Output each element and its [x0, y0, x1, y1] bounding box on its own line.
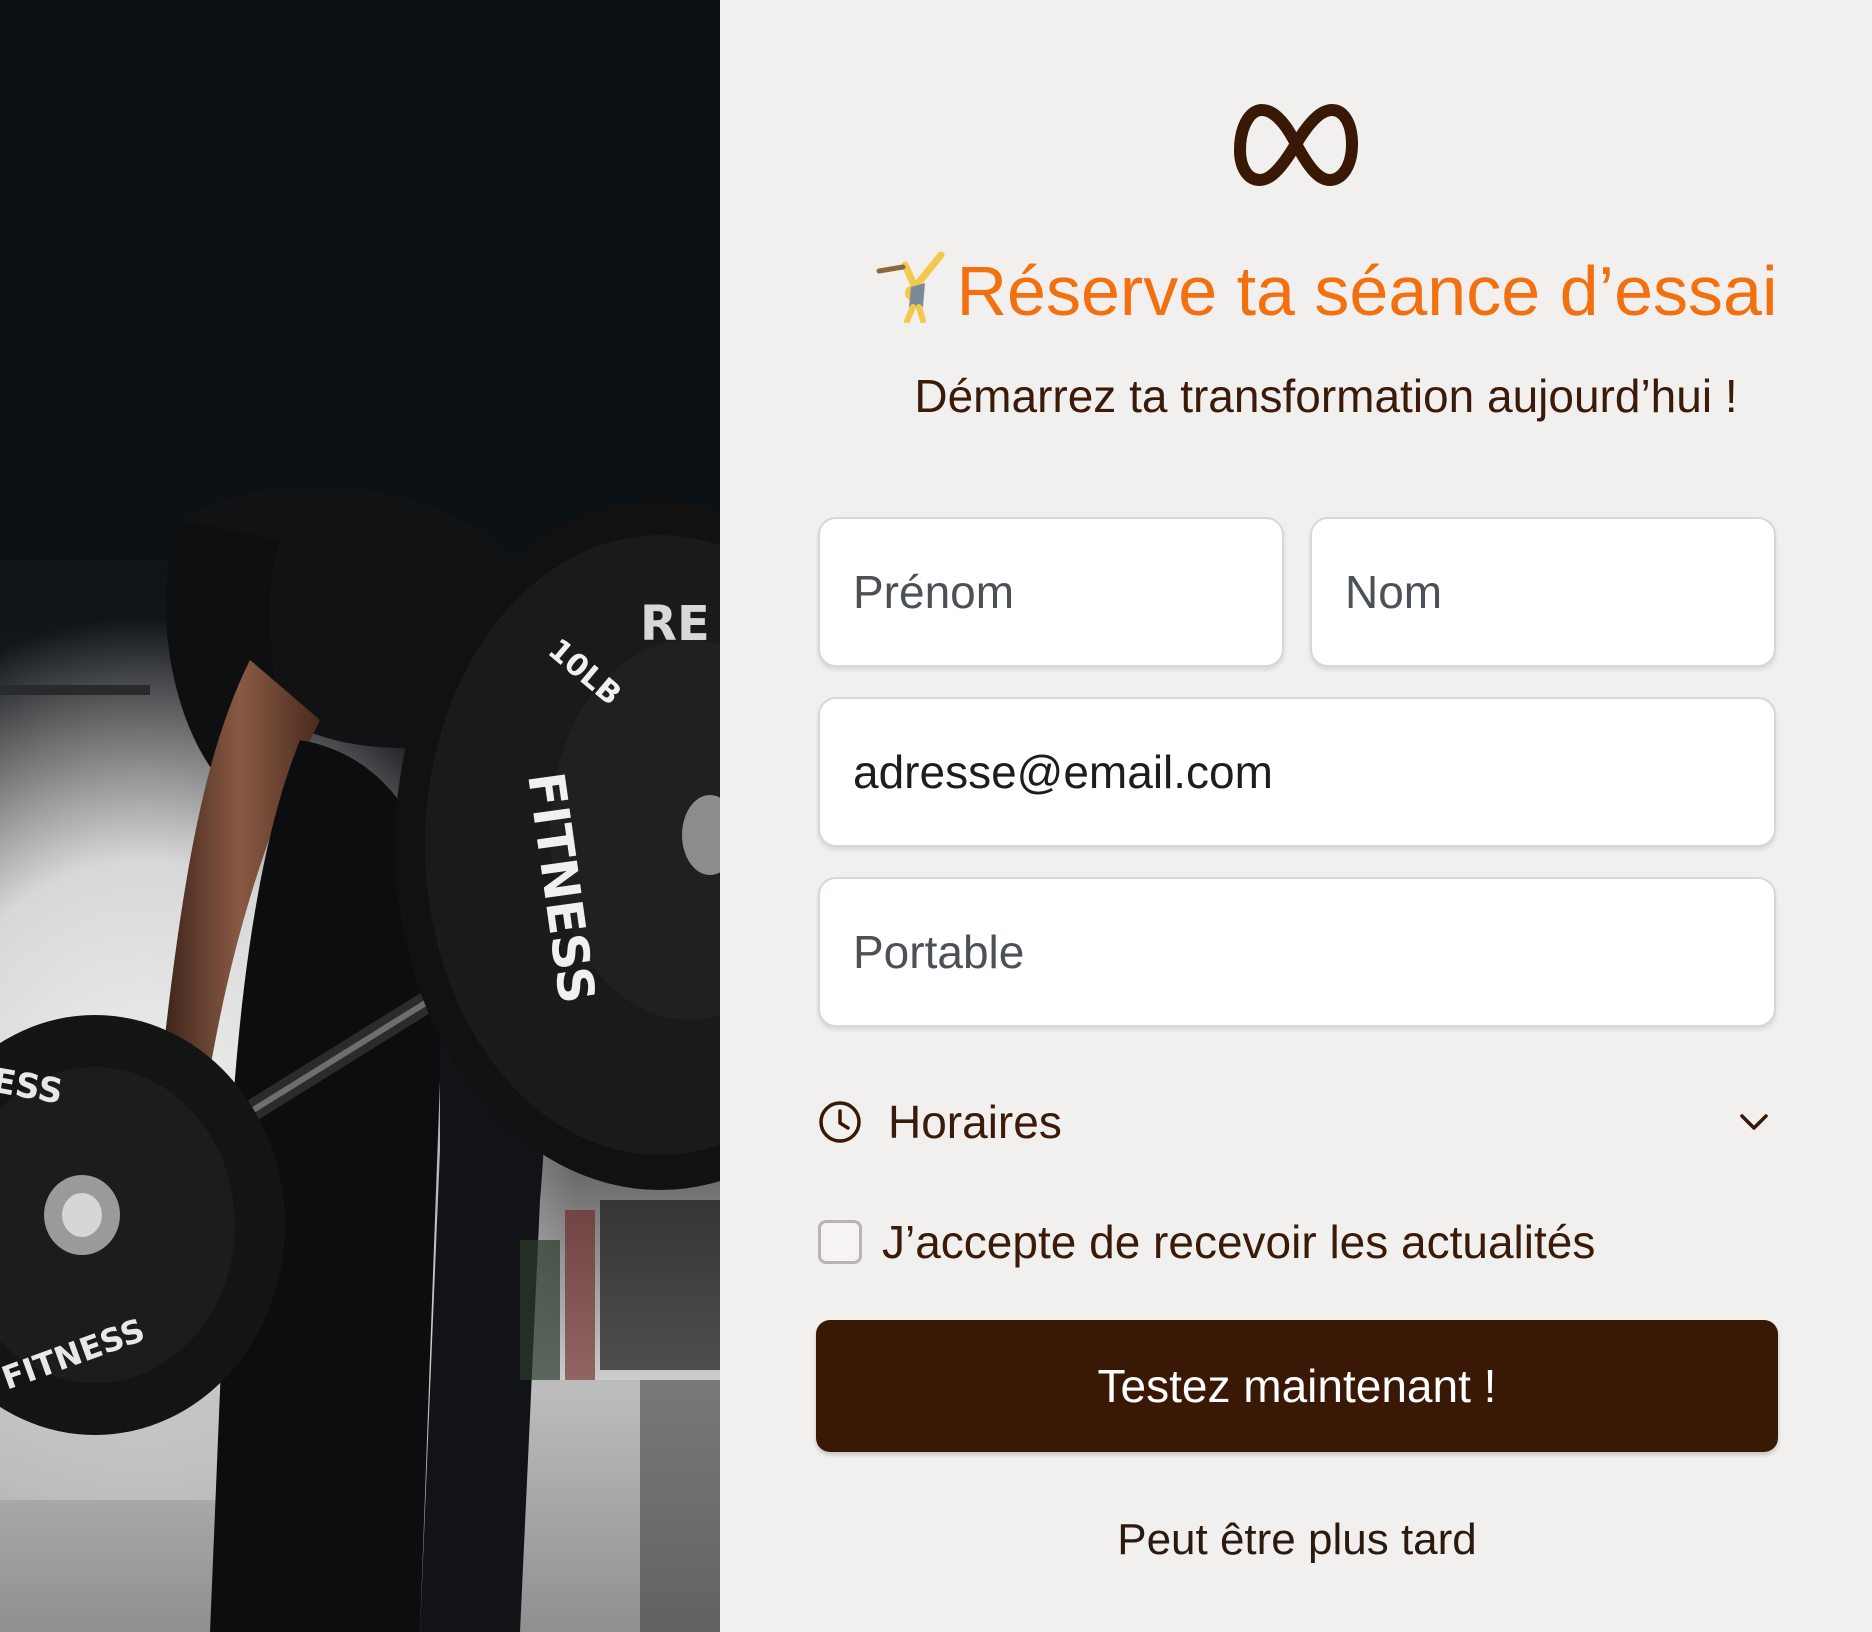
infinity-logo-icon	[1234, 104, 1358, 186]
schedule-dropdown[interactable]: Horaires	[818, 1090, 1776, 1154]
phone-field	[818, 877, 1776, 1027]
consent-label[interactable]: J’accepte de recevoir les actualités	[882, 1210, 1595, 1274]
clock-icon	[819, 1101, 861, 1143]
large-plate-brand: RE	[640, 596, 710, 652]
first-name-input[interactable]	[853, 519, 1249, 665]
schedule-label: Horaires	[888, 1096, 1062, 1148]
page-subtitle: Démarrez ta transformation aujourd’hui !	[914, 370, 1738, 422]
hero-photo: ESS FITNESS RE 10LB FITNESS	[0, 0, 720, 1632]
submit-button[interactable]: Testez maintenant !	[816, 1320, 1778, 1452]
phone-input[interactable]	[853, 879, 1741, 1025]
page-title-text: Réserve ta séance d’essai	[956, 252, 1778, 330]
last-name-input[interactable]	[1345, 519, 1741, 665]
email-input[interactable]	[853, 699, 1741, 845]
email-field	[818, 697, 1776, 847]
first-name-field	[818, 517, 1284, 667]
later-link[interactable]: Peut être plus tard	[816, 1508, 1778, 1572]
chevron-down-icon[interactable]	[1738, 1110, 1770, 1134]
page-title: Réserve ta séance d’essai	[720, 246, 1872, 336]
newsletter-consent: J’accepte de recevoir les actualités	[818, 1210, 1776, 1274]
last-name-field	[1310, 517, 1776, 667]
weightlifting-illustration: ESS FITNESS RE 10LB FITNESS	[0, 0, 720, 1632]
consent-checkbox[interactable]	[818, 1220, 862, 1264]
person-cartwheel-icon	[876, 251, 944, 323]
signup-panel: Réserve ta séance d’essai Démarrez ta tr…	[720, 0, 1872, 1632]
